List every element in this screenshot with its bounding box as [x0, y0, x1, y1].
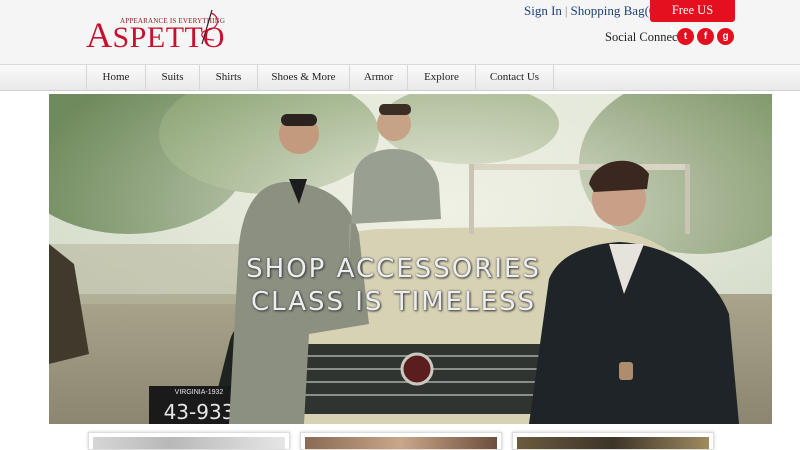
thumb-image: [305, 437, 497, 449]
link-separator: |: [564, 3, 568, 18]
needle-thread-icon: [201, 9, 218, 45]
social-connect-label: Social Connect:: [605, 30, 685, 44]
account-links: Sign In | Shopping Bag(0): [524, 3, 660, 19]
hero-headline: SHOP ACCESSORIES: [246, 254, 541, 284]
product-thumb-2[interactable]: [300, 432, 502, 450]
facebook-icon[interactable]: f: [697, 28, 714, 45]
logo-initial: A: [86, 15, 113, 55]
product-thumb-3[interactable]: [512, 432, 714, 450]
nav-item-armor[interactable]: Armor: [350, 65, 408, 91]
product-thumb-1[interactable]: [88, 432, 290, 450]
thumb-image: [93, 437, 285, 449]
site-header: APPEARANCE IS EVERYTHING ASPETTO Sign In…: [0, 0, 800, 64]
nav-item-contact-us[interactable]: Contact Us: [476, 65, 554, 91]
nav-item-shirts[interactable]: Shirts: [200, 65, 258, 91]
thumb-image: [517, 437, 709, 449]
hero-banner[interactable]: VIRGINIA-1932 43-933 SHOP ACCESSORIES CL…: [49, 94, 772, 424]
twitter-icon[interactable]: t: [677, 28, 694, 45]
free-shipping-badge[interactable]: Free US Shipping: [650, 0, 735, 37]
nav-item-suits[interactable]: Suits: [146, 65, 200, 91]
nav-item-shoes-more[interactable]: Shoes & More: [258, 65, 350, 91]
nav-item-home[interactable]: Home: [86, 65, 146, 91]
hero-subheadline: CLASS IS TIMELESS: [250, 287, 537, 317]
plate-number: 43-933: [164, 400, 235, 424]
shopping-bag-link[interactable]: Shopping Bag(0): [571, 3, 660, 18]
nav-item-explore[interactable]: Explore: [408, 65, 476, 91]
aspetto-logo[interactable]: APPEARANCE IS EVERYTHING ASPETTO: [86, 8, 226, 54]
plate-state: VIRGINIA-1932: [175, 389, 224, 396]
main-nav: Home Suits Shirts Shoes & More Armor Exp…: [0, 64, 800, 91]
google-plus-icon[interactable]: g: [717, 28, 734, 45]
sign-in-link[interactable]: Sign In: [524, 3, 562, 18]
